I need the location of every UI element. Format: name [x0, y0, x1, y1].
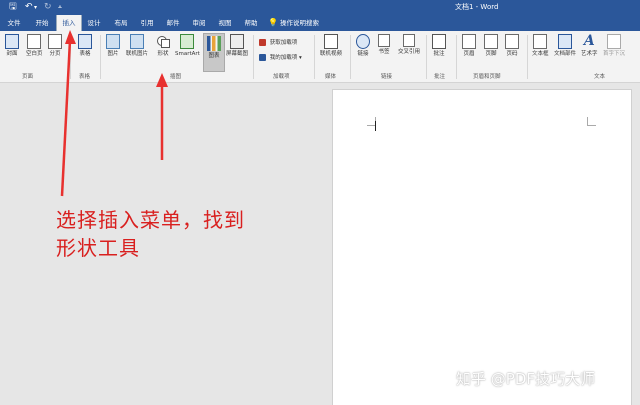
annotation-arrows: [60, 30, 168, 197]
watermark: 知乎 @PDF技巧大师: [456, 370, 595, 388]
arrow-to-shapes-button: [156, 73, 168, 160]
arrow-to-insert-tab: [60, 30, 76, 197]
